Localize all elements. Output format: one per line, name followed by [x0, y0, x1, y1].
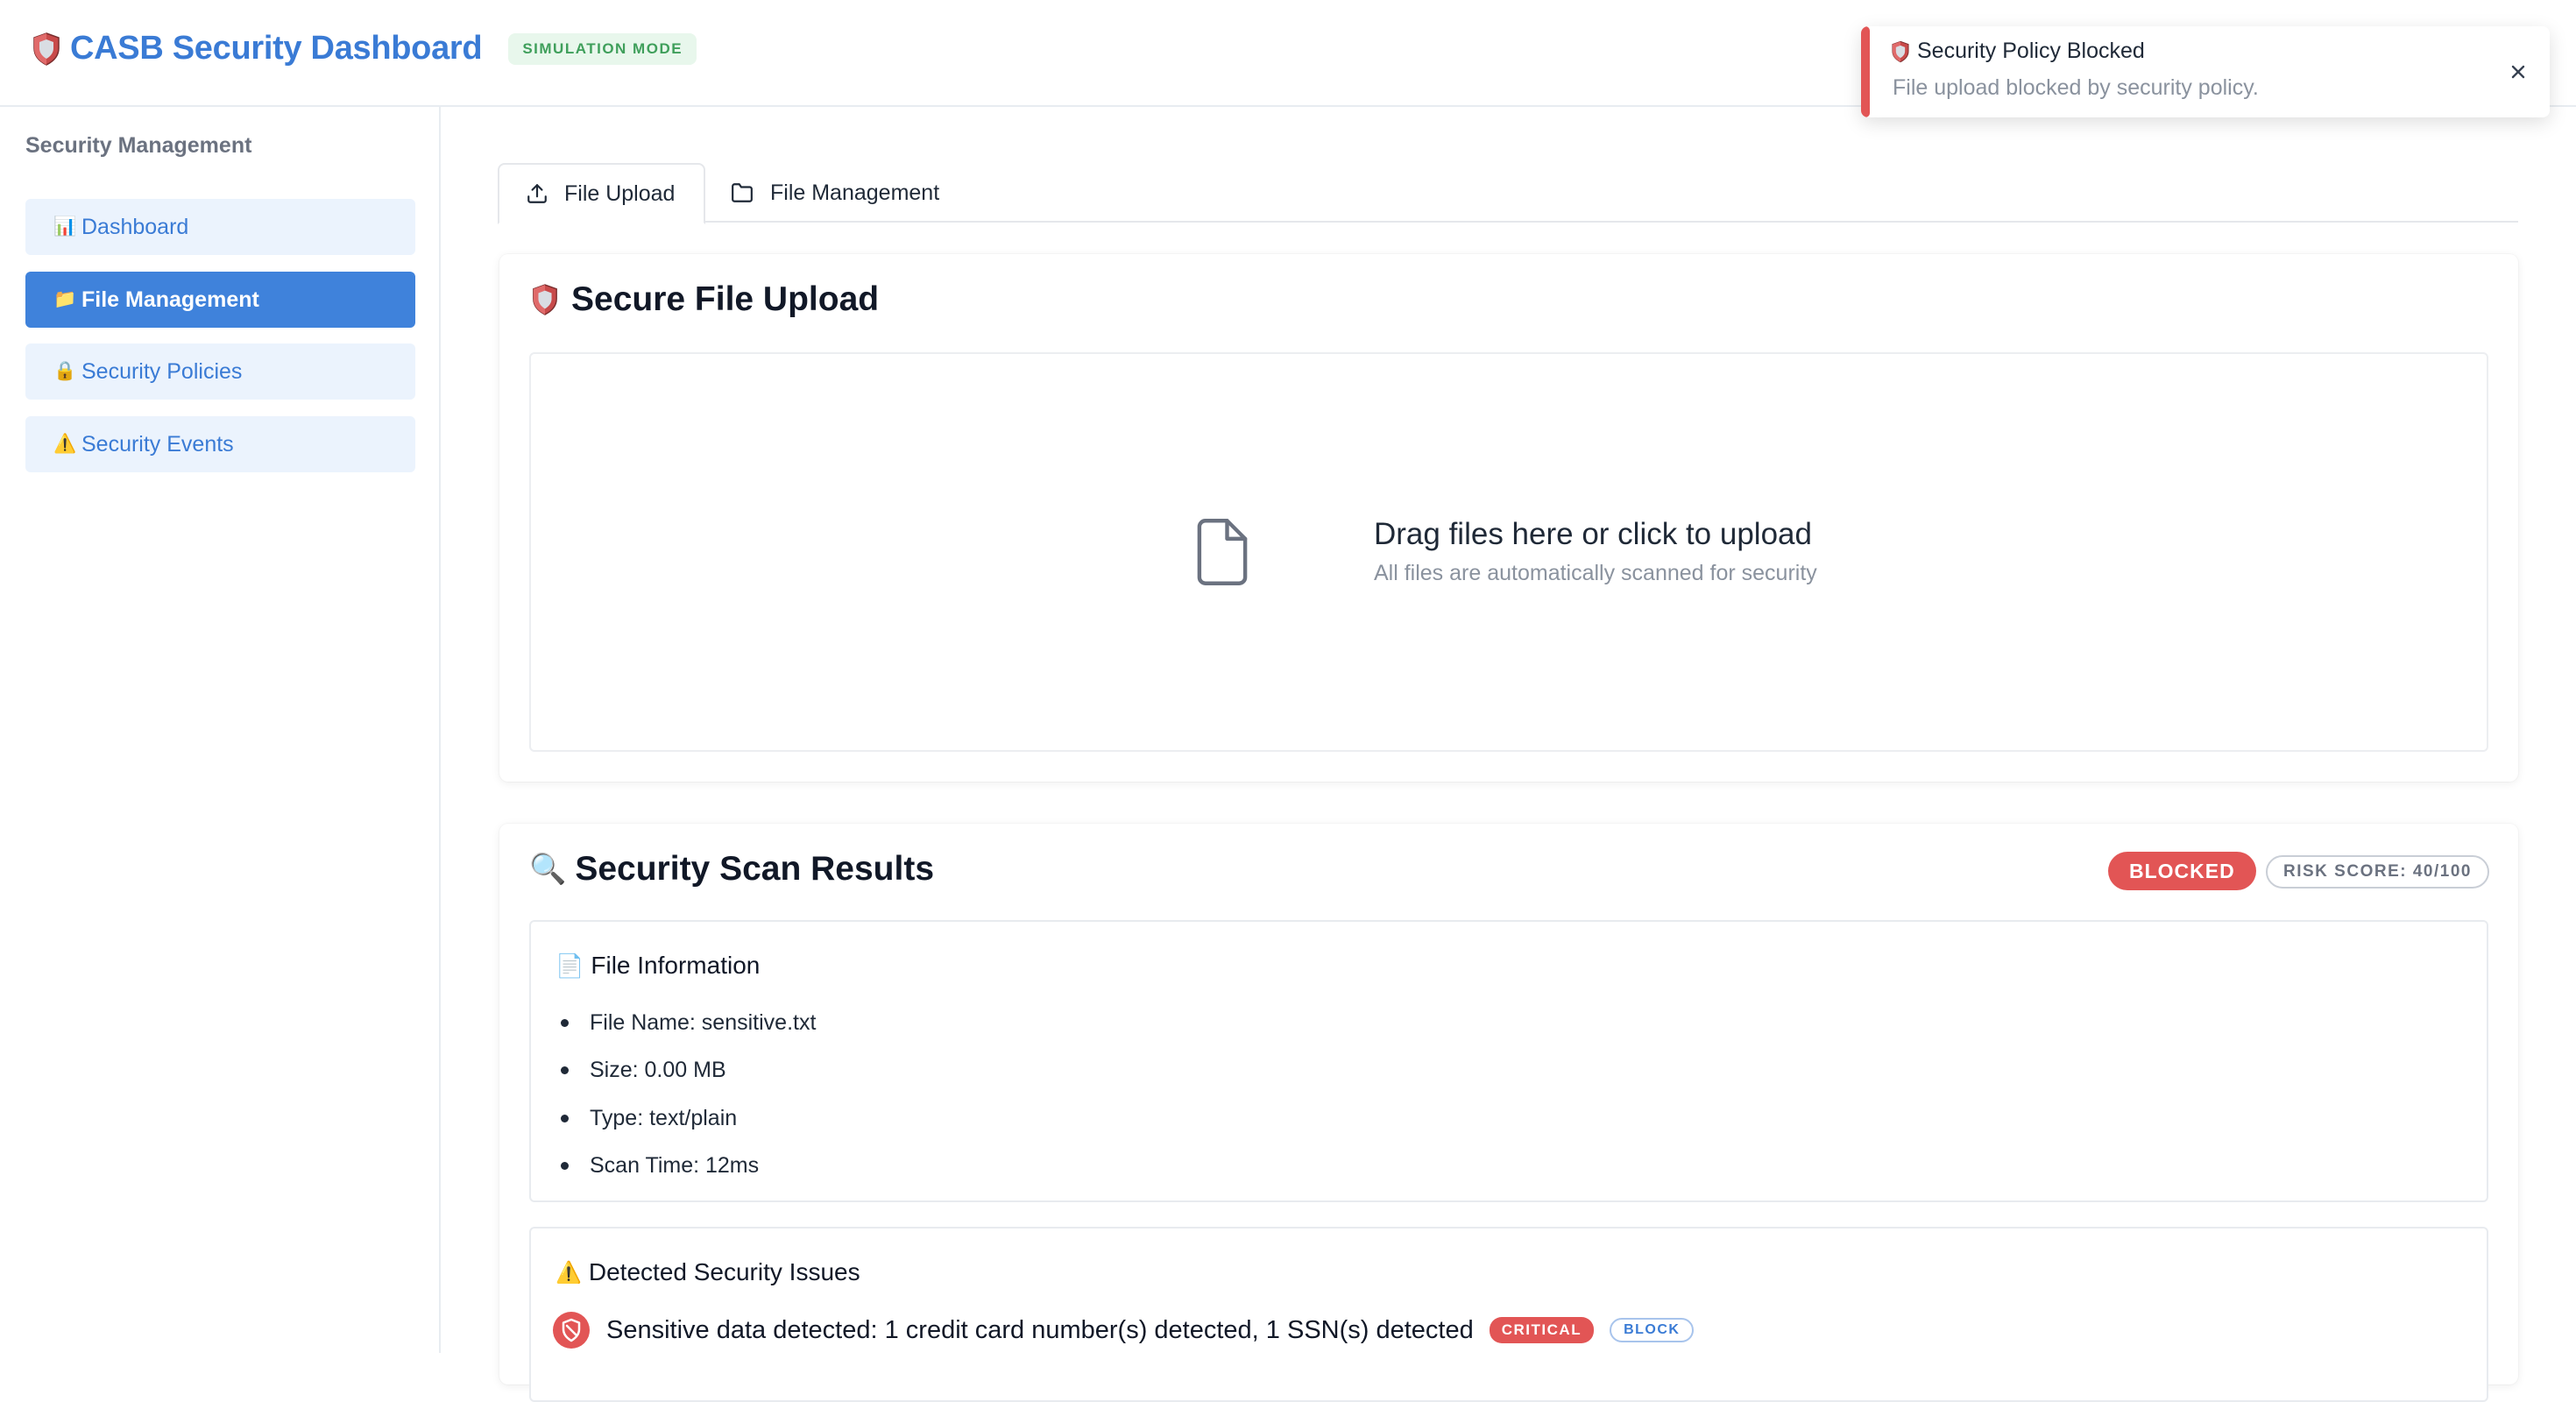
sidebar: Security Management 📊 Dashboard 📁 File M…: [0, 107, 441, 1353]
brand: CASB Security Dashboard SIMULATION MODE: [32, 30, 697, 67]
scan-time-item: Scan Time: 12ms: [561, 1143, 816, 1191]
tab-bar: File Upload File Management: [498, 163, 2518, 224]
results-title-text: Security Scan Results: [575, 850, 935, 888]
sidebar-item-label: File Management: [81, 287, 259, 312]
detected-issues-panel: ⚠️ Detected Security Issues Sensitive da…: [529, 1227, 2488, 1402]
sidebar-heading: Security Management: [25, 133, 252, 158]
chart-icon: 📊: [53, 216, 77, 237]
file-icon: [1197, 519, 1248, 585]
panel-title-text: File Information: [591, 952, 761, 979]
file-type-item: Type: text/plain: [561, 1094, 816, 1143]
upload-icon: [527, 184, 547, 203]
sidebar-item-label: Security Events: [81, 431, 234, 457]
simulation-mode-badge: SIMULATION MODE: [508, 32, 697, 65]
file-size-item: Size: 0.00 MB: [561, 1047, 816, 1095]
folder-icon: [732, 183, 753, 202]
tab-file-upload[interactable]: File Upload: [498, 163, 705, 224]
security-toast: Security Policy Blocked File upload bloc…: [1861, 26, 2550, 117]
dropzone-title: Drag files here or click to upload: [1374, 517, 1812, 551]
shield-icon: [33, 32, 60, 66]
toast-title-text: Security Policy Blocked: [1917, 39, 2145, 63]
warning-icon: ⚠️: [53, 434, 77, 454]
dropzone-subtitle: All files are automatically scanned for …: [1374, 561, 1817, 585]
tab-file-management[interactable]: File Management: [730, 163, 939, 223]
tab-label: File Management: [770, 180, 940, 205]
lock-icon: 🔒: [53, 361, 77, 381]
app-title: CASB Security Dashboard: [70, 30, 483, 67]
toast-title: Security Policy Blocked: [1891, 39, 2145, 64]
file-information-title: 📄 File Information: [556, 952, 760, 980]
magnifier-icon: 🔍: [529, 853, 567, 886]
results-card-title: 🔍 Security Scan Results: [529, 850, 934, 889]
shield-icon: [533, 284, 557, 315]
file-info-list: File Name: sensitive.txt Size: 0.00 MB T…: [561, 999, 816, 1190]
upload-card-title: Secure File Upload: [531, 280, 879, 319]
tab-label: File Upload: [564, 181, 676, 206]
warning-icon: ⚠️: [556, 1260, 582, 1285]
file-name-item: File Name: sensitive.txt: [561, 999, 816, 1047]
shield-icon: [1892, 40, 1909, 62]
panel-title-text: Detected Security Issues: [588, 1258, 860, 1285]
sidebar-item-security-policies[interactable]: 🔒 Security Policies: [25, 343, 415, 400]
folder-icon: 📁: [53, 289, 77, 309]
severity-badge: CRITICAL: [1489, 1317, 1595, 1343]
secure-upload-card: Secure File Upload Drag files here or cl…: [499, 254, 2518, 782]
sidebar-item-label: Security Policies: [81, 358, 243, 384]
document-icon: 📄: [556, 952, 584, 979]
status-badge: BLOCKED: [2108, 852, 2256, 890]
action-badge: BLOCK: [1610, 1318, 1695, 1342]
toast-message: File upload blocked by security policy.: [1893, 75, 2259, 100]
close-icon[interactable]: [2504, 58, 2532, 86]
issue-row: Sensitive data detected: 1 credit card n…: [552, 1311, 1695, 1349]
sidebar-item-file-management[interactable]: 📁 File Management: [25, 272, 415, 328]
shield-alert-icon: [553, 1312, 590, 1349]
issue-description: Sensitive data detected: 1 credit card n…: [606, 1315, 1474, 1344]
detected-issues-title: ⚠️ Detected Security Issues: [556, 1258, 860, 1286]
scan-results-card: 🔍 Security Scan Results BLOCKED RISK SCO…: [499, 824, 2518, 1402]
sidebar-item-dashboard[interactable]: 📊 Dashboard: [25, 199, 415, 255]
file-dropzone[interactable]: Drag files here or click to upload All f…: [529, 352, 2488, 752]
toast-accent-bar: [1861, 26, 1870, 117]
risk-score-badge: RISK SCORE: 40/100: [2266, 855, 2489, 889]
sidebar-item-security-events[interactable]: ⚠️ Security Events: [25, 416, 415, 472]
file-information-panel: 📄 File Information File Name: sensitive.…: [529, 920, 2488, 1202]
sidebar-item-label: Dashboard: [81, 214, 189, 239]
upload-title-text: Secure File Upload: [571, 280, 880, 318]
